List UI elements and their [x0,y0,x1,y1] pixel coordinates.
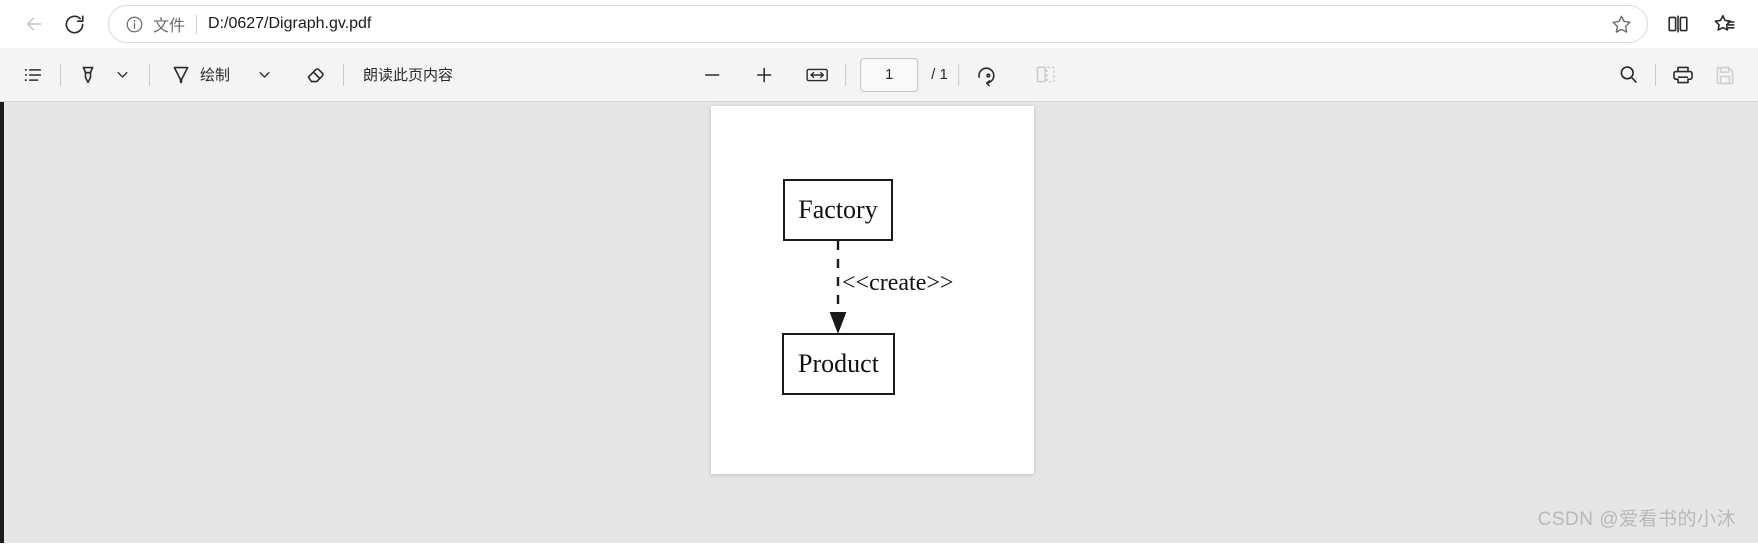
pen-icon [173,66,189,83]
page-layout-button[interactable] [1029,58,1063,92]
viewer-left-edge [0,102,4,543]
pdf-toolbar: 绘制 朗读此页内容 1 / 1 [0,48,1758,102]
search-icon [1620,66,1637,83]
browser-right-buttons [1658,4,1744,44]
zoom-out-button[interactable] [695,58,729,92]
toolbar-separator [149,63,150,86]
toolbar-separator [845,63,847,86]
toolbar-separator [60,63,61,86]
zoom-in-button[interactable] [747,58,781,92]
collections-button[interactable] [1704,4,1744,44]
toolbar-separator [343,63,345,86]
diagram-edge-label: <<create>> [842,270,954,296]
pdf-viewer-area[interactable]: Factory Product <<create>> CSDN @爱看书的小沐 [0,102,1758,543]
pdf-toolbar-right [1611,58,1742,92]
info-circle-icon[interactable] [125,15,144,34]
page-number-input[interactable]: 1 [860,57,919,92]
edge-arrowhead [829,312,847,334]
collections-star-icon [1714,14,1735,31]
browser-toolbar: 文件 D:/0627/Digraph.gv.pdf [0,0,1758,48]
chevron-down-icon [117,72,127,78]
pdf-toolbar-center: 1 / 1 [695,57,1063,92]
minus-icon [704,73,720,76]
diagram-node-factory[interactable]: Factory [783,179,893,241]
save-disk-icon [1716,66,1734,84]
rotate-clockwise-icon [977,66,995,86]
eraser-icon [307,67,324,82]
reload-icon [65,14,84,33]
rotate-button[interactable] [969,58,1003,92]
draw-label: 绘制 [200,67,231,84]
table-of-contents-button[interactable] [16,58,50,92]
address-divider [196,14,198,34]
save-button[interactable] [1708,58,1742,92]
highlighter-button[interactable] [71,58,105,92]
favorite-star-icon[interactable] [1610,13,1633,36]
page-total-label: / 1 [931,66,948,83]
erase-button[interactable] [299,58,333,92]
pdf-toolbar-left: 绘制 朗读此页内容 [16,58,462,92]
read-aloud-label: 朗读此页内容 [363,67,454,84]
list-icon [24,68,42,81]
address-bar[interactable]: 文件 D:/0627/Digraph.gv.pdf [108,5,1648,43]
fit-to-width-button[interactable] [799,58,835,92]
diagram-node-product[interactable]: Product [782,333,895,395]
split-screen-button[interactable] [1658,4,1698,44]
address-kind-label: 文件 [153,18,186,35]
pdf-page[interactable]: Factory Product <<create>> [711,106,1034,474]
toolbar-separator [957,63,959,86]
page-layout-icon [1036,66,1055,83]
draw-dropdown-button[interactable] [247,58,281,92]
split-screen-icon [1668,15,1688,33]
read-aloud-button[interactable]: 朗读此页内容 [354,58,462,92]
plus-icon [756,67,772,82]
csdn-watermark: CSDN @爱看书的小沐 [1537,509,1736,530]
toolbar-separator [1655,63,1656,86]
back-arrow-icon [26,17,42,31]
draw-button[interactable]: 绘制 [160,58,239,92]
printer-icon [1673,66,1693,83]
highlighter-icon [82,66,94,83]
back-button[interactable] [14,4,54,44]
fit-width-icon [806,68,828,81]
highlighter-dropdown-button[interactable] [105,58,139,92]
chevron-down-icon [259,72,270,78]
search-button[interactable] [1611,58,1645,92]
address-url-text[interactable]: D:/0627/Digraph.gv.pdf [208,15,1602,33]
reload-button[interactable] [54,4,94,44]
print-button[interactable] [1666,58,1700,92]
